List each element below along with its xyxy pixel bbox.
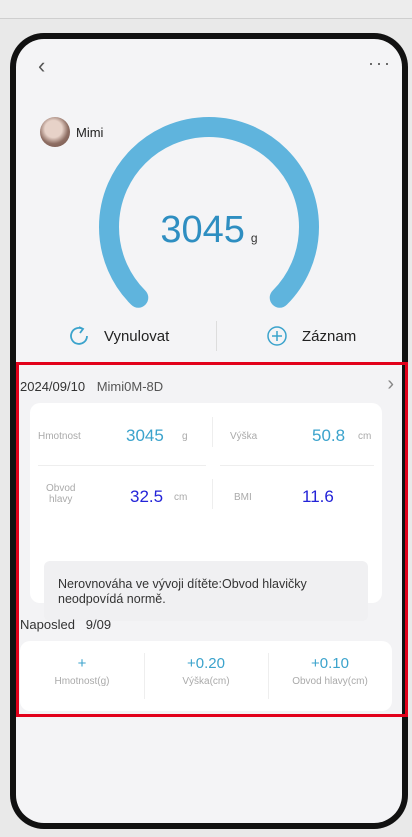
weight-gauge: [99, 117, 319, 308]
reset-button[interactable]: Vynulovat: [68, 325, 169, 347]
weight-value: 3045: [160, 209, 245, 251]
action-divider: [216, 321, 217, 351]
top-strip: [0, 0, 412, 19]
highlight-box: [16, 362, 408, 717]
weight-readout: 3045 g: [16, 209, 402, 252]
record-label: Záznam: [302, 327, 357, 345]
record-button[interactable]: Záznam: [266, 325, 356, 347]
reset-label: Vynulovat: [104, 327, 170, 345]
refresh-icon: [70, 326, 88, 345]
action-bar: Vynulovat Záznam: [16, 317, 402, 357]
plus-circle-icon: [267, 326, 287, 346]
weight-unit: g: [250, 231, 258, 245]
